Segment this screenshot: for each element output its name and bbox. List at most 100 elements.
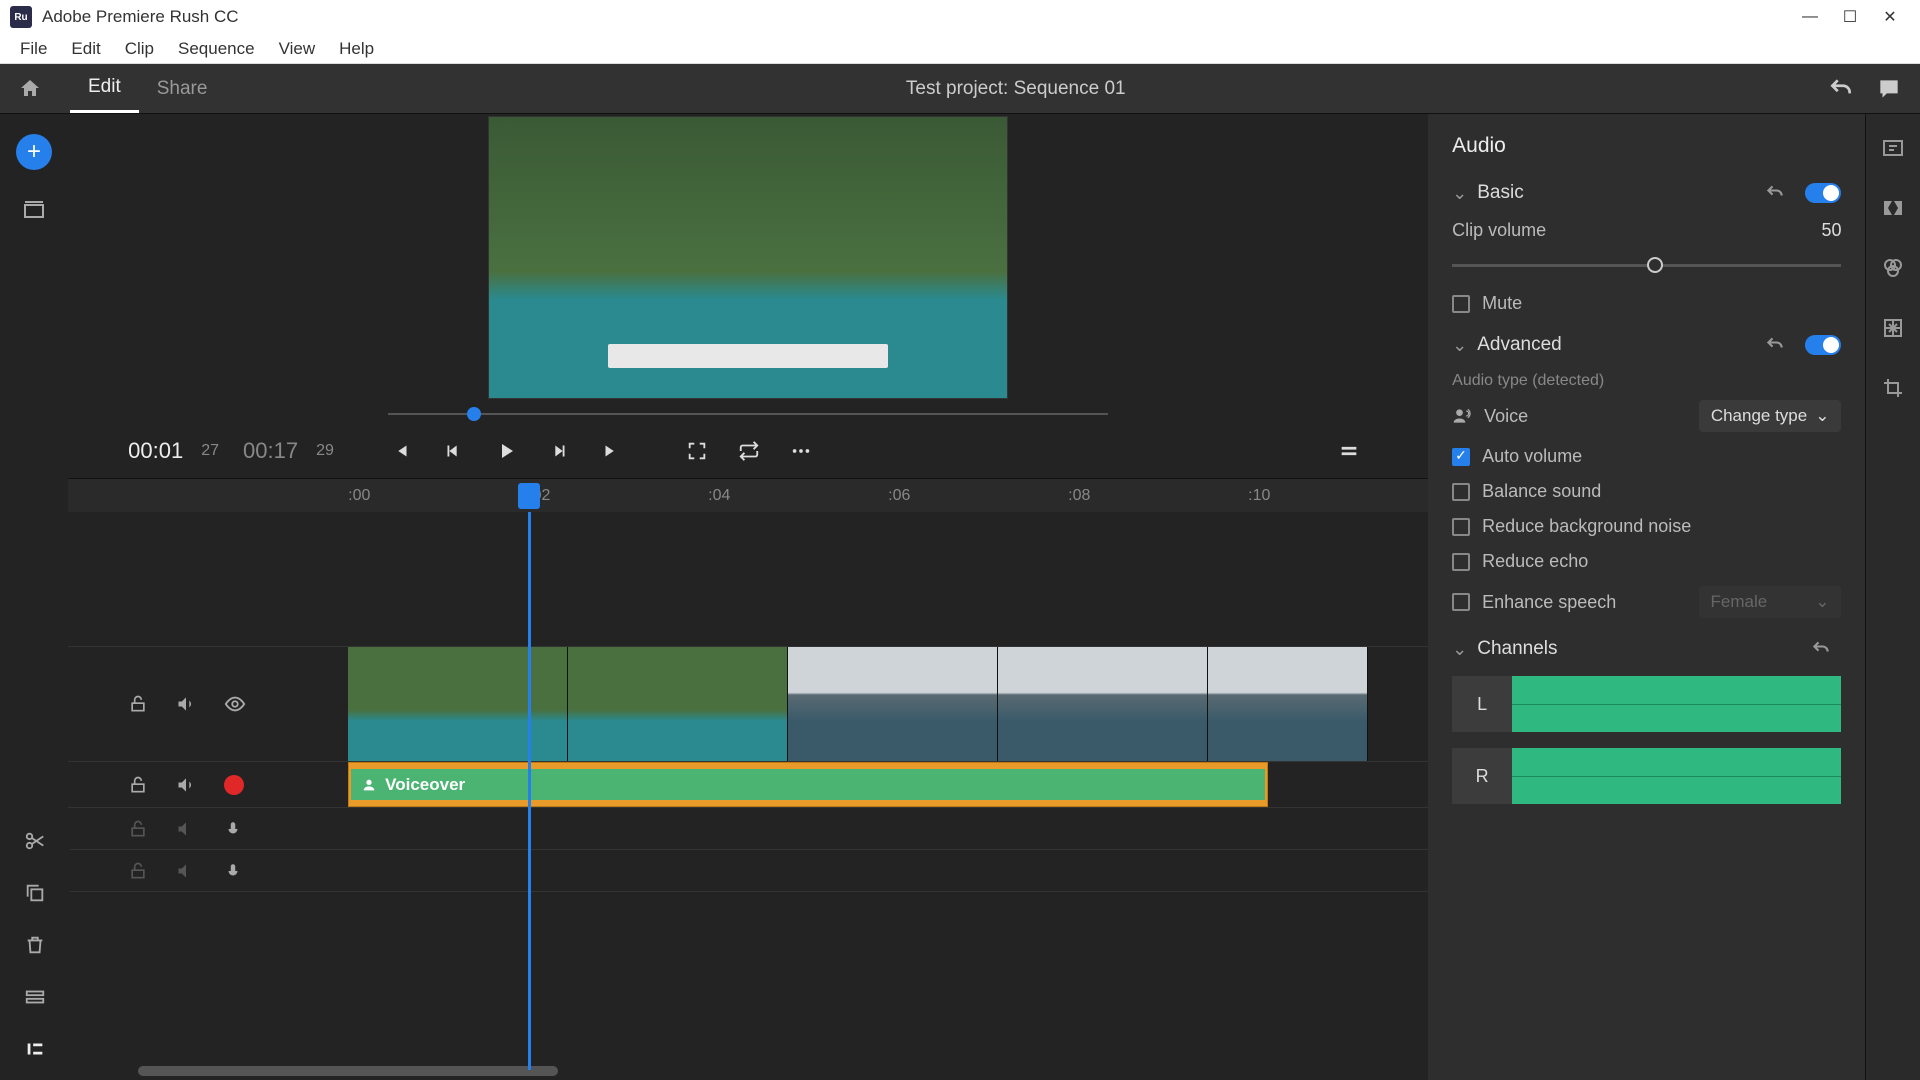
window-titlebar: Ru Adobe Premiere Rush CC — ☐ ✕ (0, 0, 1920, 34)
chevron-down-icon[interactable]: ⌄ (1452, 335, 1467, 356)
step-back-button[interactable] (434, 440, 472, 462)
menu-help[interactable]: Help (327, 35, 386, 63)
channel-right[interactable]: R (1452, 748, 1841, 804)
transitions-icon[interactable] (1881, 196, 1905, 220)
track-controls-icon[interactable] (24, 1038, 46, 1060)
video-clip[interactable] (568, 647, 788, 761)
timeline-options-icon[interactable] (1330, 440, 1368, 462)
tab-edit[interactable]: Edit (70, 64, 139, 113)
video-clip[interactable] (1208, 647, 1368, 761)
menu-file[interactable]: File (8, 35, 59, 63)
play-button[interactable] (486, 439, 526, 463)
voiceover-clip-label: Voiceover (385, 775, 465, 795)
go-end-button[interactable] (592, 440, 630, 462)
advanced-toggle[interactable] (1805, 335, 1841, 355)
clip-volume-slider[interactable] (1452, 255, 1841, 275)
video-clip[interactable] (998, 647, 1208, 761)
channel-left[interactable]: L (1452, 676, 1841, 732)
scissors-icon[interactable] (24, 830, 46, 852)
chevron-down-icon[interactable]: ⌄ (1452, 183, 1467, 204)
menu-edit[interactable]: Edit (59, 35, 112, 63)
project-panel-icon[interactable] (22, 198, 46, 222)
speed-icon[interactable] (1881, 316, 1905, 340)
menu-sequence[interactable]: Sequence (166, 35, 267, 63)
audio-track-empty (68, 850, 1428, 892)
mic-icon[interactable] (224, 862, 242, 880)
color-icon[interactable] (1881, 256, 1905, 280)
menu-view[interactable]: View (267, 35, 328, 63)
auto-volume-label: Auto volume (1482, 446, 1841, 467)
trash-icon[interactable] (24, 934, 46, 956)
playhead-handle[interactable] (518, 483, 540, 509)
channels-section: ⌄ Channels L R (1452, 638, 1841, 804)
track-mute-icon[interactable] (176, 861, 196, 881)
enhance-speech-checkbox[interactable] (1452, 593, 1470, 611)
video-clip[interactable] (788, 647, 998, 761)
titles-icon[interactable] (1881, 136, 1905, 160)
crop-icon[interactable] (1881, 376, 1905, 400)
undo-icon[interactable] (1828, 76, 1854, 102)
reset-icon[interactable] (1811, 639, 1831, 659)
go-start-button[interactable] (382, 440, 420, 462)
chevron-down-icon: ⌄ (1815, 406, 1829, 426)
app-logo-icon: Ru (10, 6, 32, 28)
track-mute-icon[interactable] (176, 694, 196, 714)
chevron-down-icon[interactable]: ⌄ (1452, 639, 1467, 660)
ruler-tick: :00 (348, 487, 528, 505)
track-visibility-icon[interactable] (224, 693, 246, 715)
playhead-line[interactable] (528, 512, 531, 1070)
track-lock-icon[interactable] (128, 861, 148, 881)
reset-icon[interactable] (1765, 335, 1785, 355)
auto-volume-checkbox[interactable] (1452, 448, 1470, 466)
track-lock-icon[interactable] (128, 694, 148, 714)
track-lock-icon[interactable] (128, 775, 148, 795)
timeline-horizontal-scrollbar[interactable] (138, 1066, 558, 1076)
audio-type-detected-label: Audio type (detected) (1452, 372, 1841, 390)
window-minimize-button[interactable]: — (1790, 8, 1830, 26)
chat-icon[interactable] (1876, 76, 1902, 102)
step-forward-button[interactable] (540, 440, 578, 462)
gender-dropdown[interactable]: Female⌄ (1699, 586, 1842, 618)
balance-sound-checkbox[interactable] (1452, 483, 1470, 501)
time-ruler[interactable]: :00 :02 :04 :06 :08 :10 (68, 478, 1428, 512)
timecode-current-frames: 27 (201, 442, 219, 460)
tab-share[interactable]: Share (139, 66, 226, 112)
reduce-echo-label: Reduce echo (1482, 551, 1841, 572)
track-mute-icon[interactable] (176, 819, 196, 839)
loop-button[interactable] (730, 440, 768, 462)
window-close-button[interactable]: ✕ (1870, 7, 1910, 27)
clip-volume-label: Clip volume (1452, 220, 1809, 241)
more-button[interactable] (782, 440, 820, 462)
video-clip[interactable] (348, 647, 568, 761)
voiceover-clip[interactable]: Voiceover (348, 762, 1268, 807)
channels-title: Channels (1477, 638, 1801, 660)
expand-tracks-icon[interactable] (24, 986, 46, 1008)
change-type-dropdown[interactable]: Change type⌄ (1699, 400, 1842, 432)
track-lock-icon[interactable] (128, 819, 148, 839)
video-track (68, 647, 1428, 762)
preview-scrubber[interactable] (388, 405, 1108, 424)
panel-title: Audio (1452, 134, 1841, 158)
video-preview[interactable] (488, 116, 1008, 399)
track-mute-icon[interactable] (176, 775, 196, 795)
add-media-button[interactable]: + (16, 134, 52, 170)
channel-left-waveform (1512, 676, 1841, 732)
fullscreen-button[interactable] (678, 440, 716, 462)
ruler-tick: :04 (708, 487, 888, 505)
clip-volume-value: 50 (1821, 220, 1841, 241)
basic-toggle[interactable] (1805, 183, 1841, 203)
reduce-noise-checkbox[interactable] (1452, 518, 1470, 536)
mic-icon[interactable] (224, 820, 242, 838)
window-maximize-button[interactable]: ☐ (1830, 7, 1870, 27)
channel-right-label: R (1452, 748, 1512, 804)
transport-bar: 00:01 27 00:17 29 (68, 424, 1428, 478)
duplicate-icon[interactable] (24, 882, 46, 904)
channel-right-waveform (1512, 748, 1841, 804)
record-button[interactable] (224, 775, 244, 795)
person-icon (361, 777, 377, 793)
reduce-echo-checkbox[interactable] (1452, 553, 1470, 571)
home-icon[interactable] (18, 77, 42, 101)
menu-clip[interactable]: Clip (113, 35, 166, 63)
reset-icon[interactable] (1765, 183, 1785, 203)
mute-checkbox[interactable] (1452, 295, 1470, 313)
